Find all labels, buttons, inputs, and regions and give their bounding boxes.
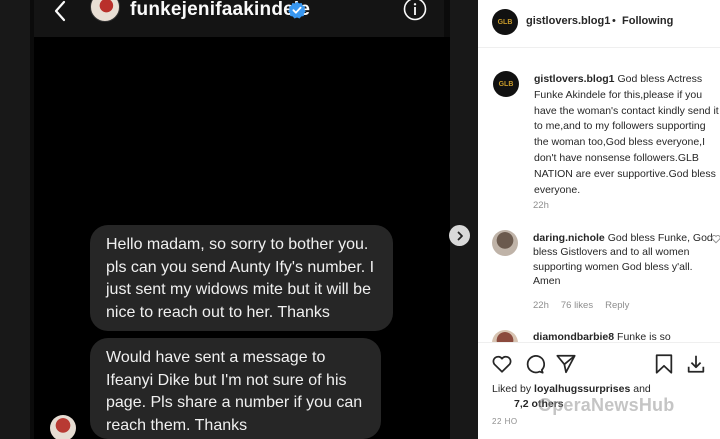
following-button[interactable]: Following: [622, 15, 673, 27]
post-actions: Liked by loyalhugssurprises and 7,2 othe…: [478, 342, 720, 439]
comment-time: 22h: [533, 300, 549, 311]
message-bubble: Hello madam, so sorry to bother you. pls…: [90, 225, 393, 331]
comment-like-icon[interactable]: [711, 234, 720, 244]
comment-meta: 22h 76 likes Reply: [533, 300, 641, 311]
separator-dot: •: [612, 15, 616, 27]
sender-avatar: [50, 415, 76, 439]
liked-by-user[interactable]: loyalhugssurprises: [534, 383, 630, 395]
caption-avatar[interactable]: GLB: [493, 71, 519, 97]
post-header: GLB gistlovers.blog1 • Following: [478, 0, 720, 48]
bookmark-icon[interactable]: [653, 353, 675, 375]
post-time: 22 HO: [492, 417, 518, 426]
comment-icon[interactable]: [523, 353, 545, 375]
post-panel: GLB gistlovers.blog1 • Following GLB gis…: [478, 0, 720, 439]
liked-by-prefix: Liked by: [492, 383, 532, 395]
info-icon: [403, 0, 427, 21]
chevron-right-icon: [457, 231, 463, 240]
next-media-button[interactable]: [449, 225, 470, 246]
download-icon[interactable]: [685, 353, 707, 375]
post-caption: gistlovers.blog1 God bless Actress Funke…: [534, 72, 720, 198]
caption-text: God bless Actress Funke Akindele for thi…: [534, 73, 719, 196]
media-border-right: [450, 0, 478, 439]
comment-likes[interactable]: 76 likes: [561, 300, 593, 311]
account-avatar[interactable]: GLB: [492, 9, 518, 35]
comment-avatar[interactable]: [492, 230, 518, 256]
verified-icon: [288, 1, 306, 19]
back-icon: [54, 0, 66, 22]
dm-username: funkejenifaakindele: [130, 0, 311, 20]
watermark: OperaNewsHub: [538, 395, 675, 415]
media-border-left: [0, 0, 30, 439]
comment-username[interactable]: daring.nichole: [533, 232, 605, 244]
instagram-post-view: funkejenifaakindele Hello madam, so sorr…: [0, 0, 720, 439]
liked-by: Liked by loyalhugssurprises and: [492, 383, 651, 395]
account-username[interactable]: gistlovers.blog1: [526, 15, 610, 27]
heart-icon[interactable]: [491, 353, 513, 375]
caption-time: 22h: [533, 200, 549, 211]
post-media: funkejenifaakindele Hello madam, so sorr…: [0, 0, 478, 439]
caption-username[interactable]: gistlovers.blog1: [534, 73, 615, 85]
message-bubble: Would have sent a message to Ifeanyi Dik…: [90, 338, 381, 439]
share-icon[interactable]: [555, 353, 577, 375]
reply-button[interactable]: Reply: [605, 300, 629, 311]
likes-number: 7,2: [514, 398, 529, 410]
comment: daring.nichole God bless Funke, God bles…: [533, 231, 713, 289]
liked-by-suffix: and: [633, 383, 651, 395]
